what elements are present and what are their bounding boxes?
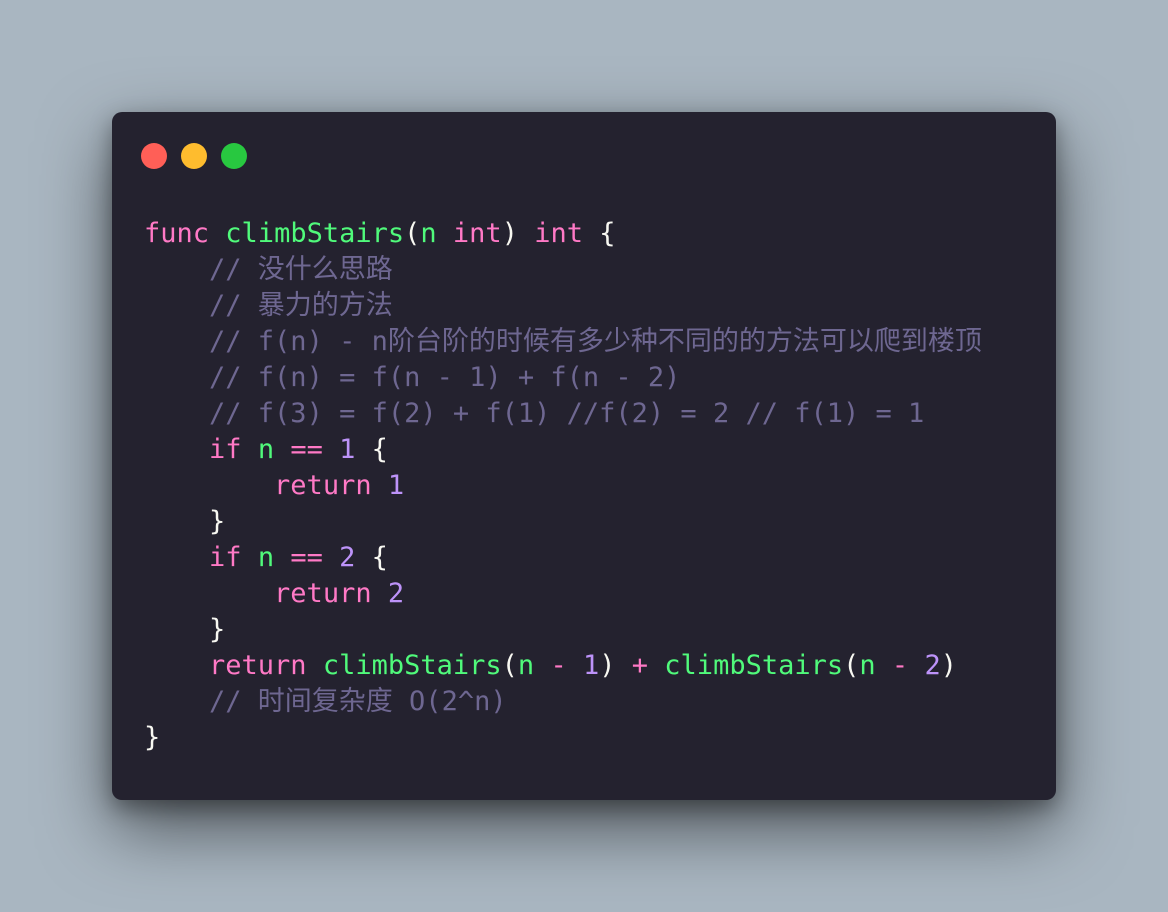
code-token: 1 bbox=[582, 650, 600, 681]
code-token: - bbox=[550, 650, 567, 681]
code-token: == bbox=[290, 434, 323, 465]
code-token: ( bbox=[843, 650, 860, 681]
code-token: n bbox=[517, 650, 535, 681]
code-token: } bbox=[144, 722, 161, 753]
code-token: 1 bbox=[387, 470, 405, 501]
code-token: return bbox=[274, 470, 372, 501]
code-token: } bbox=[144, 506, 226, 537]
code-token: climbStairs bbox=[664, 650, 844, 681]
code-token: int bbox=[452, 218, 502, 249]
code-token: n bbox=[859, 650, 876, 681]
code-token: ) bbox=[501, 218, 535, 249]
minimize-dot[interactable] bbox=[181, 143, 207, 169]
code-window: func climbStairs(n int) int { // 没什么思路 /… bbox=[112, 112, 1056, 800]
code-token: { bbox=[355, 542, 388, 573]
maximize-dot[interactable] bbox=[221, 143, 247, 169]
code-token: // f(n) = f(n - 1) + f(n - 2) bbox=[209, 362, 681, 393]
code-token: ( bbox=[501, 650, 518, 681]
code-token: // 暴力的方法 bbox=[209, 290, 393, 321]
code-line: } bbox=[144, 504, 982, 540]
code-block: func climbStairs(n int) int { // 没什么思路 /… bbox=[144, 216, 982, 756]
code-token: int bbox=[534, 218, 583, 249]
code-token: + bbox=[631, 650, 649, 681]
code-token: n bbox=[257, 542, 275, 573]
code-line: // f(n) = f(n - 1) + f(n - 2) bbox=[144, 360, 982, 396]
code-token: 2 bbox=[387, 578, 405, 609]
code-token: // f(3) = f(2) + f(1) //f(2) = 2 // f(1)… bbox=[209, 398, 925, 429]
close-dot[interactable] bbox=[141, 143, 167, 169]
code-token: { bbox=[355, 434, 388, 465]
code-token: if bbox=[209, 434, 242, 465]
code-token: return bbox=[209, 650, 307, 681]
code-line: // 没什么思路 bbox=[144, 252, 982, 288]
code-token: - bbox=[891, 650, 909, 681]
code-token: // 时间复杂度 O(2^n) bbox=[209, 686, 507, 717]
code-token: 1 bbox=[339, 434, 356, 465]
code-token: climbStairs bbox=[322, 650, 502, 681]
code-line: return climbStairs(n - 1) + climbStairs(… bbox=[144, 648, 982, 684]
code-token: func bbox=[144, 218, 210, 249]
code-line: } bbox=[144, 612, 982, 648]
code-token: 2 bbox=[924, 650, 941, 681]
code-token: return bbox=[274, 578, 372, 609]
code-token: { bbox=[582, 218, 616, 249]
code-token: if bbox=[209, 542, 242, 573]
code-line: func climbStairs(n int) int { bbox=[144, 216, 982, 252]
code-token: ) bbox=[599, 650, 632, 681]
code-line: // 暴力的方法 bbox=[144, 288, 982, 324]
code-line: return 2 bbox=[144, 576, 982, 612]
code-token: ) bbox=[940, 650, 957, 681]
code-line: // f(n) - n阶台阶的时候有多少种不同的的方法可以爬到楼顶 bbox=[144, 324, 982, 360]
code-token: } bbox=[144, 614, 226, 645]
window-controls bbox=[141, 143, 247, 169]
code-token: n bbox=[257, 434, 275, 465]
code-line: if n == 2 { bbox=[144, 540, 982, 576]
code-line: return 1 bbox=[144, 468, 982, 504]
code-line: } bbox=[144, 720, 982, 756]
code-token: // 没什么思路 bbox=[209, 254, 393, 285]
code-line: if n == 1 { bbox=[144, 432, 982, 468]
code-line: // 时间复杂度 O(2^n) bbox=[144, 684, 982, 720]
code-token: == bbox=[290, 542, 323, 573]
code-token: 2 bbox=[339, 542, 356, 573]
code-token: // f(n) - n阶台阶的时候有多少种不同的的方法可以爬到楼顶 bbox=[209, 326, 982, 357]
code-token: n bbox=[420, 218, 437, 249]
code-token: ( bbox=[404, 218, 421, 249]
code-line: // f(3) = f(2) + f(1) //f(2) = 2 // f(1)… bbox=[144, 396, 982, 432]
code-token: climbStairs bbox=[225, 218, 405, 249]
